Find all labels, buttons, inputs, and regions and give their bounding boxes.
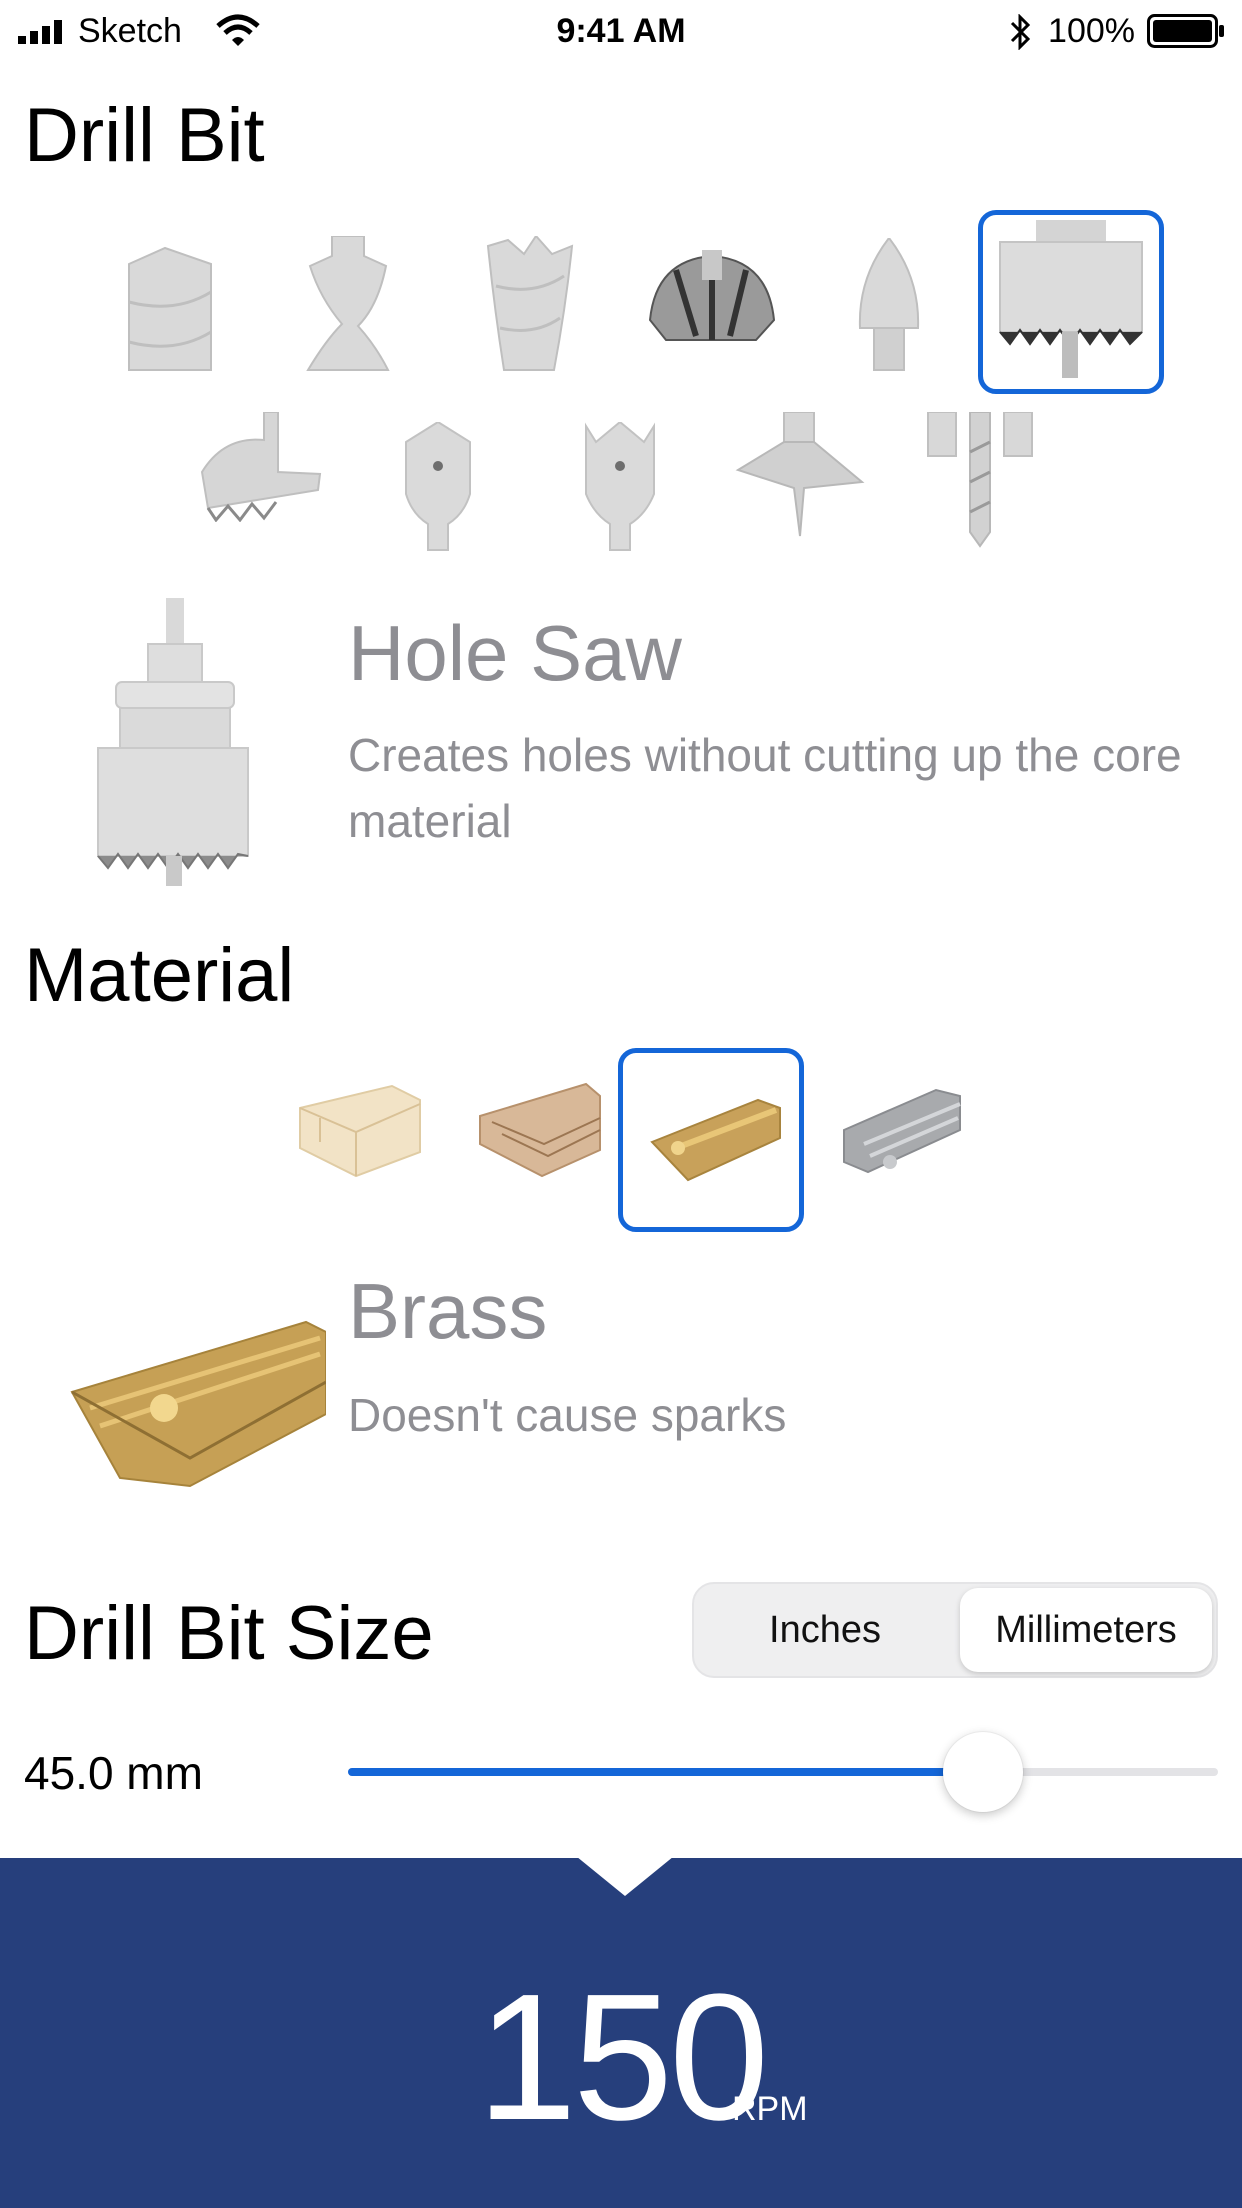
selected-drill-bit-image [97,598,249,886]
material-picker [0,1040,1242,1240]
drill-bit-section-title: Drill Bit [24,93,265,178]
softwood-icon[interactable] [296,1082,422,1178]
unit-option-millimeters[interactable]: Millimeters [960,1588,1212,1672]
countersink-bit-icon[interactable] [856,238,922,372]
step-drill-bit-icon[interactable] [734,412,866,538]
drill-bit-picker [0,200,1242,560]
brad-point-bit-icon[interactable] [302,236,394,372]
masonry-bit-icon[interactable] [924,412,1036,548]
bluetooth-icon [1010,14,1031,50]
selected-material-image [70,1320,326,1488]
battery-percent: 100% [1048,12,1135,50]
selected-drill-bit-name: Hole Saw [348,609,682,697]
unit-option-inches[interactable]: Inches [694,1584,956,1676]
drill-bit-size-value: 45.0 mm [24,1747,203,1799]
rpm-value: 150 [476,1957,769,2158]
aluminum-icon[interactable] [840,1086,962,1180]
brass-icon[interactable] [648,1086,782,1182]
rpm-panel-notch [571,1852,679,1896]
selected-material-name: Brass [348,1267,548,1355]
slider-fill [348,1768,984,1776]
twist-bit-icon[interactable] [125,242,215,372]
rpm-unit: RPM [732,2090,808,2128]
unit-segmented-control: Inches Millimeters [692,1582,1218,1678]
adjustable-bit-icon[interactable] [194,412,324,522]
slider-thumb[interactable] [943,1732,1024,1812]
status-bar: Sketch 9:41 AM 100% [0,0,1242,62]
drill-bit-size-section-title: Drill Bit Size [24,1591,434,1676]
auger-bit-icon[interactable] [484,236,576,372]
forstner-bit-icon[interactable] [646,250,778,350]
spade-bit-icon[interactable] [402,422,474,552]
selected-material-description: Doesn't cause sparks [348,1389,787,1441]
drill-bit-size-slider[interactable] [348,1732,1218,1812]
selected-drill-bit-description: Creates holes without cutting up the cor… [348,729,1182,847]
spade-bit-spurs-icon[interactable] [582,422,658,552]
material-section-title: Material [24,933,295,1018]
hardwood-icon[interactable] [476,1082,602,1178]
hole-saw-bit-icon[interactable] [996,220,1146,384]
battery-icon [1147,14,1224,48]
